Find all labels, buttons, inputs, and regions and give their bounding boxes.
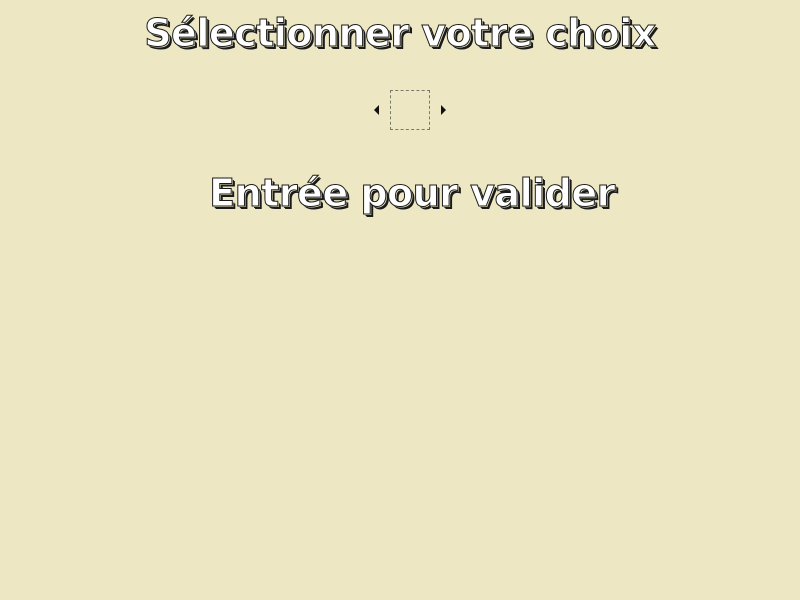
arrow-left-icon[interactable] (372, 104, 382, 116)
choice-selector[interactable] (372, 90, 448, 130)
confirm-hint: Entrée pour valider (209, 171, 616, 216)
select-choice-title: Sélectionner votre choix (144, 11, 657, 56)
arrow-right-icon[interactable] (438, 104, 448, 116)
choice-slot[interactable] (390, 90, 430, 130)
